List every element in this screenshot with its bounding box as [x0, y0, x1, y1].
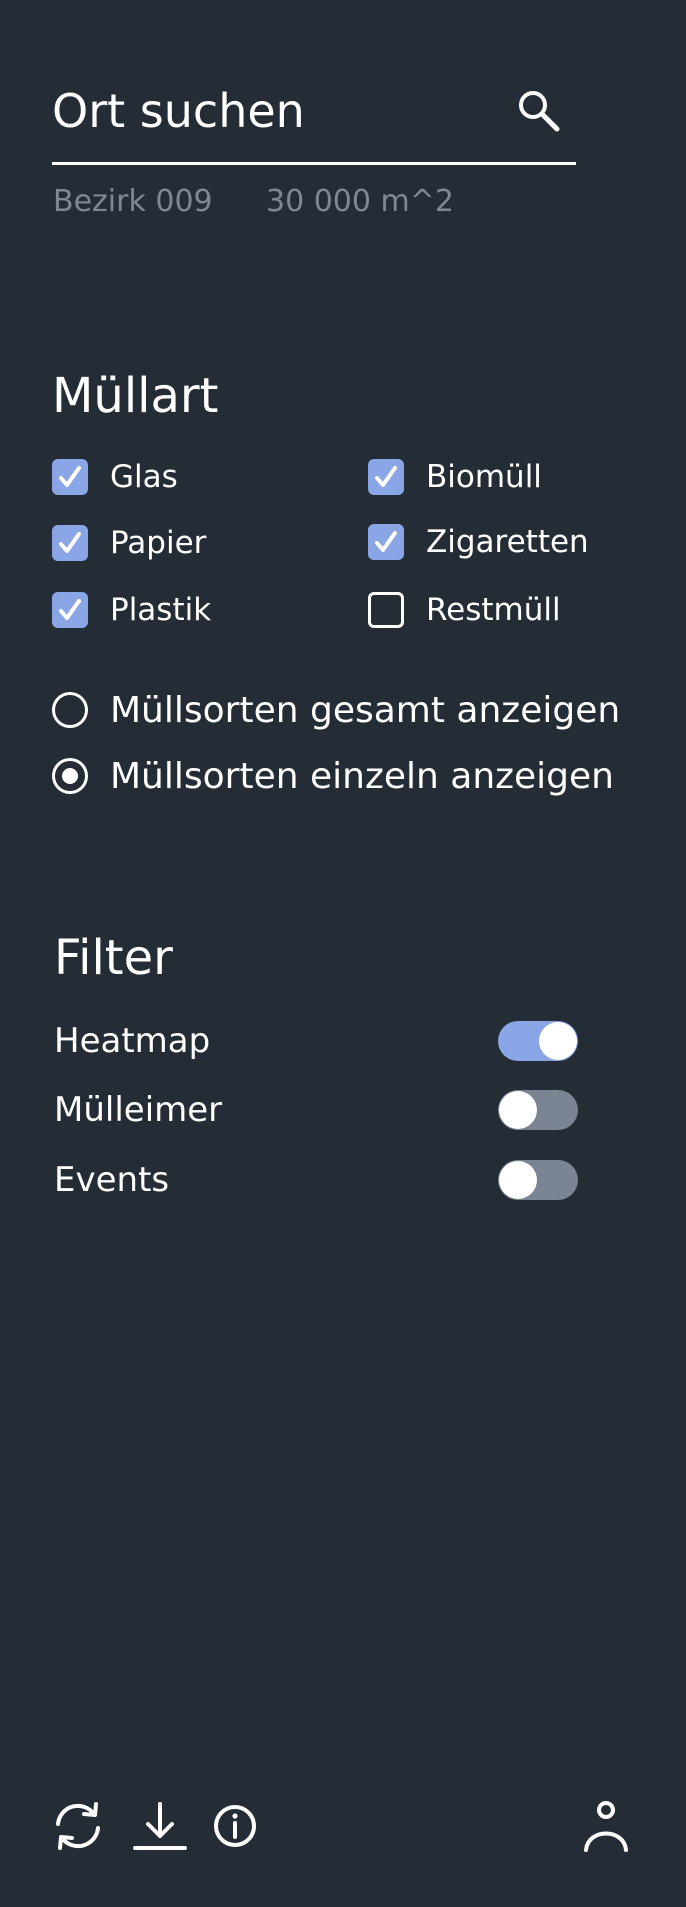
checkbox-unchecked[interactable] [368, 592, 404, 628]
heatmap-toggle[interactable] [498, 1021, 578, 1061]
area-label: 30 000 m^2 [266, 184, 454, 219]
waste-checkbox-plastik[interactable]: Plastik [52, 590, 211, 630]
waste-checkbox-papier[interactable]: Papier [52, 523, 206, 563]
filter-row-heatmap: Heatmap [54, 1019, 578, 1063]
checkbox-label: Zigaretten [426, 524, 589, 560]
waste-checkbox-zigaretten[interactable]: Zigaretten [368, 522, 589, 562]
toggle-knob [499, 1161, 537, 1199]
check-icon [59, 466, 81, 487]
download-button[interactable] [130, 1796, 190, 1856]
radio-button[interactable] [52, 692, 88, 728]
radio-dot [62, 768, 78, 784]
filter-heading: Filter [54, 930, 173, 986]
refresh-button[interactable] [48, 1796, 108, 1856]
user-button[interactable] [576, 1796, 636, 1856]
radio-show-combined[interactable]: Müllsorten gesamt anzeigen [52, 688, 620, 732]
toggle-knob [499, 1091, 537, 1129]
events-toggle[interactable] [498, 1160, 578, 1200]
checkbox-label: Plastik [110, 592, 212, 628]
checkbox-label: Glas [110, 459, 178, 495]
checkbox-checked[interactable] [52, 459, 88, 495]
search-icon[interactable] [516, 88, 562, 134]
search-bar [52, 70, 576, 165]
check-icon [59, 599, 81, 620]
waste-checkbox-biomuell[interactable]: Biomüll [368, 457, 542, 497]
filter-row-events: Events [54, 1158, 578, 1202]
checkbox-checked[interactable] [52, 592, 88, 628]
radio-show-individual[interactable]: Müllsorten einzeln anzeigen [52, 754, 614, 798]
waste-checkbox-glas[interactable]: Glas [52, 457, 178, 497]
filter-row-muelleimer: Mülleimer [54, 1088, 578, 1132]
checkbox-label: Papier [110, 525, 207, 561]
checkbox-checked[interactable] [52, 525, 88, 561]
waste-type-heading: Müllart [52, 368, 219, 424]
filter-label: Events [54, 1160, 170, 1200]
user-icon [584, 1801, 628, 1852]
search-input[interactable] [52, 78, 492, 144]
download-icon [133, 1802, 187, 1850]
check-icon [59, 532, 81, 553]
radio-label: Müllsorten gesamt anzeigen [110, 689, 621, 731]
checkbox-label: Restmüll [426, 592, 561, 628]
district-label: Bezirk 009 [53, 184, 213, 219]
radio-button-selected[interactable] [52, 758, 88, 794]
checkbox-checked[interactable] [368, 459, 404, 495]
checkbox-checked[interactable] [368, 524, 404, 560]
radio-label: Müllsorten einzeln anzeigen [110, 755, 614, 797]
toggle-knob [539, 1022, 577, 1060]
info-icon [214, 1805, 256, 1847]
info-button[interactable] [205, 1796, 265, 1856]
check-icon [375, 531, 397, 552]
refresh-icon [56, 1802, 100, 1850]
sidebar-panel: Bezirk 009 30 000 m^2 Müllart Glas Papie… [0, 0, 686, 1907]
filter-label: Mülleimer [54, 1090, 223, 1130]
filter-label: Heatmap [54, 1021, 211, 1061]
check-icon [375, 466, 397, 487]
waste-checkbox-restmuell[interactable]: Restmüll [368, 590, 561, 630]
muelleimer-toggle[interactable] [498, 1090, 578, 1130]
checkbox-label: Biomüll [426, 459, 542, 495]
